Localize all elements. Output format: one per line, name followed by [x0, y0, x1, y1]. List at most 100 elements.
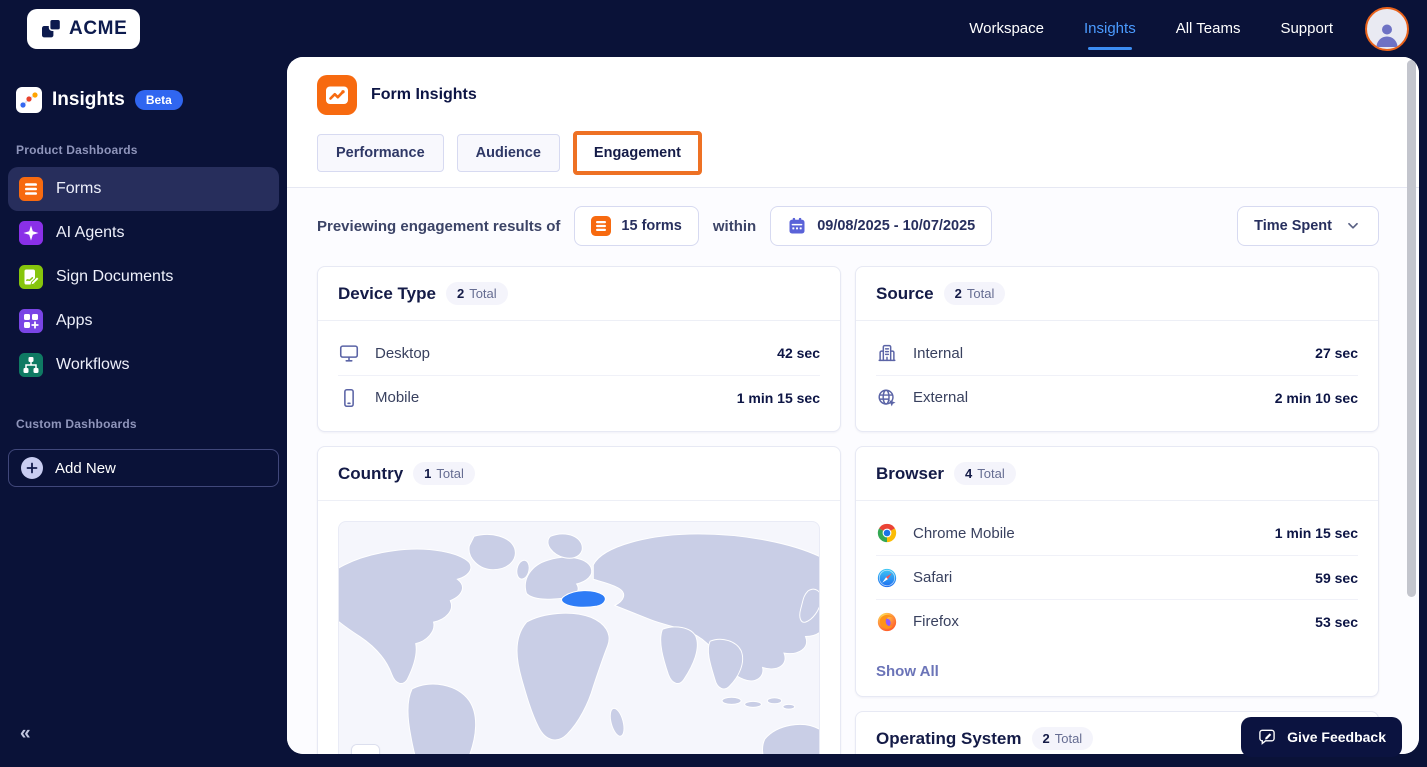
stat-row: External 2 min 10 sec	[876, 375, 1358, 419]
sidebar-item-ai-agents[interactable]: AI Agents	[8, 211, 279, 255]
nav-insights[interactable]: Insights	[1084, 20, 1136, 37]
total-badge: 1 Total	[413, 462, 475, 485]
page-title: Form Insights	[371, 86, 477, 103]
stat-row: Mobile 1 min 15 sec	[338, 375, 820, 419]
firefox-icon	[876, 611, 900, 633]
stat-row: Firefox 53 sec	[876, 599, 1358, 643]
sparkle-icon	[19, 221, 43, 245]
sidebar-items: Forms AI Agents Sign Documents Apps Work…	[0, 167, 287, 387]
sidebar-item-label: AI Agents	[56, 224, 125, 241]
card-title: Country	[338, 463, 404, 483]
zoom-in-button[interactable]: +	[352, 745, 379, 754]
acme-logo-icon	[40, 17, 62, 40]
source-card: Source 2 Total Internal 27 sec External 2	[855, 266, 1379, 432]
acme-logo-text: ACME	[69, 17, 128, 39]
map-zoom-controls: + −	[351, 744, 380, 754]
date-range-label: 09/08/2025 - 10/07/2025	[817, 218, 976, 234]
mobile-icon	[338, 387, 362, 409]
total-badge: 2 Total	[445, 282, 508, 305]
tab-audience[interactable]: Audience	[456, 134, 560, 172]
panel-header: Form Insights Performance Audience Engag…	[287, 57, 1419, 175]
nav-support[interactable]: Support	[1280, 20, 1333, 37]
plus-icon	[21, 457, 43, 479]
device-type-card: Device Type 2 Total Desktop 42 sec Mobile	[317, 266, 841, 432]
total-badge: 2 Total	[943, 282, 1006, 305]
filter-lead-text: Previewing engagement results of	[317, 217, 561, 235]
cards-column-left: Device Type 2 Total Desktop 42 sec Mobile	[317, 266, 841, 754]
sidebar-title: Insights	[52, 89, 125, 110]
topbar: ACME Workspace Insights All Teams Suppor…	[0, 0, 1427, 57]
stat-row: Desktop 42 sec	[338, 331, 820, 375]
sidebar-collapse-button[interactable]: «	[20, 723, 31, 745]
globe-cursor-icon	[876, 387, 900, 409]
avatar[interactable]	[1365, 6, 1409, 51]
building-icon	[876, 342, 900, 364]
stat-row: Chrome Mobile 1 min 15 sec	[876, 511, 1358, 555]
top-nav: Workspace Insights All Teams Support	[969, 20, 1333, 37]
section-product-dashboards: Product Dashboards	[16, 143, 138, 157]
grid-icon	[19, 309, 43, 333]
add-new-label: Add New	[55, 459, 116, 477]
browser-card: Browser 4 Total Chrome Mobile 1 min 15 se…	[855, 446, 1379, 697]
metric-select-value: Time Spent	[1254, 218, 1332, 234]
tab-engagement[interactable]: Engagement	[572, 131, 702, 175]
card-title: Device Type	[338, 283, 436, 303]
world-map[interactable]	[339, 522, 819, 754]
document-pen-icon	[19, 265, 43, 289]
cards-grid: Device Type 2 Total Desktop 42 sec Mobile	[317, 266, 1379, 754]
main-panel: Form Insights Performance Audience Engag…	[287, 57, 1419, 754]
sidebar-item-workflows[interactable]: Workflows	[8, 343, 279, 387]
add-new-button[interactable]: Add New	[8, 449, 279, 487]
card-title: Source	[876, 283, 934, 303]
tab-performance[interactable]: Performance	[317, 134, 444, 172]
date-range-button[interactable]: 09/08/2025 - 10/07/2025	[770, 206, 993, 246]
nav-all-teams[interactable]: All Teams	[1176, 20, 1241, 37]
sidebar-item-label: Workflows	[56, 356, 130, 373]
engagement-content: Previewing engagement results of 15 form…	[287, 188, 1419, 754]
feedback-icon	[1257, 727, 1277, 747]
insights-app-icon	[16, 87, 42, 113]
metric-select[interactable]: Time Spent	[1237, 206, 1379, 246]
sidebar-item-apps[interactable]: Apps	[8, 299, 279, 343]
calendar-icon	[787, 216, 807, 236]
show-all-link[interactable]: Show All	[856, 655, 1378, 696]
chevron-down-icon	[1344, 217, 1362, 235]
country-card: Country 1 Total	[317, 446, 841, 754]
sidebar-item-forms[interactable]: Forms	[8, 167, 279, 211]
sidebar-header: Insights Beta	[0, 57, 287, 113]
desktop-icon	[338, 342, 362, 364]
stat-row: Safari 59 sec	[876, 555, 1358, 599]
scrollbar-thumb[interactable]	[1407, 60, 1416, 597]
person-icon	[1376, 24, 1398, 47]
beta-badge: Beta	[134, 90, 183, 110]
total-badge: 2 Total	[1031, 727, 1094, 750]
chrome-icon	[876, 522, 900, 544]
sidebar-item-sign-documents[interactable]: Sign Documents	[8, 255, 279, 299]
forms-count-label: 15 forms	[621, 218, 682, 234]
workflow-icon	[19, 353, 43, 377]
forms-count-button[interactable]: 15 forms	[574, 206, 699, 246]
sidebar: Insights Beta Product Dashboards Forms A…	[0, 57, 287, 767]
acme-logo[interactable]: ACME	[27, 8, 141, 49]
sidebar-item-label: Apps	[56, 312, 93, 329]
cards-column-right: Source 2 Total Internal 27 sec External 2	[855, 266, 1379, 754]
forms-icon	[19, 177, 43, 201]
feedback-label: Give Feedback	[1287, 729, 1386, 745]
filter-row: Previewing engagement results of 15 form…	[317, 206, 1379, 246]
nav-workspace[interactable]: Workspace	[969, 20, 1044, 37]
scrollbar[interactable]	[1405, 60, 1417, 751]
form-insights-icon	[317, 75, 357, 115]
filter-within-text: within	[712, 217, 757, 235]
card-title: Operating System	[876, 728, 1022, 748]
total-badge: 4 Total	[954, 462, 1016, 485]
sidebar-item-label: Sign Documents	[56, 268, 174, 285]
give-feedback-button[interactable]: Give Feedback	[1241, 717, 1402, 757]
sidebar-item-label: Forms	[56, 180, 102, 197]
stat-row: Internal 27 sec	[876, 331, 1358, 375]
card-title: Browser	[876, 463, 945, 483]
tabs: Performance Audience Engagement	[317, 131, 1389, 175]
section-custom-dashboards: Custom Dashboards	[16, 417, 137, 431]
form-icon	[591, 216, 612, 236]
world-map-container: + −	[338, 521, 820, 754]
safari-icon	[876, 567, 900, 589]
